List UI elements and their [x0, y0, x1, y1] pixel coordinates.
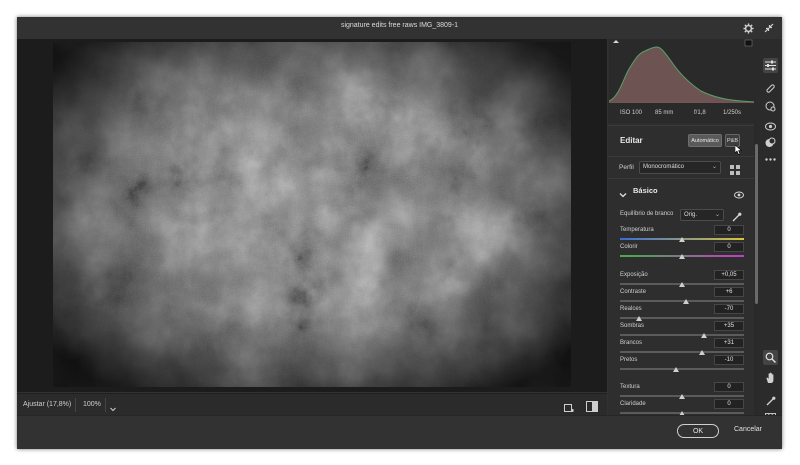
realces-label: Realces	[620, 306, 642, 312]
preview-image[interactable]	[53, 42, 571, 387]
ok-button[interactable]: OK	[677, 424, 719, 438]
more-icon[interactable]	[763, 152, 778, 167]
sombras-label: Sombras	[620, 323, 645, 329]
zoom-fit-button[interactable]: Ajustar (17,8%)	[23, 401, 71, 408]
pretos-slider-track[interactable]	[620, 368, 744, 370]
eyedropper-icon[interactable]	[763, 393, 778, 408]
textura-value-input[interactable]: 0	[714, 382, 744, 392]
divider	[75, 398, 76, 412]
tool-strip	[759, 39, 782, 424]
brancos-label: Brancos	[620, 340, 643, 346]
collapse-icon[interactable]	[762, 21, 776, 35]
colorir-slider-thumb[interactable]	[679, 254, 685, 259]
exposicao-label: Exposição	[620, 272, 648, 278]
iso-value: ISO 100	[620, 110, 643, 116]
cancel-button[interactable]: Cancelar	[734, 426, 762, 433]
title-bar: signature edits free raws IMG_3809-1	[17, 17, 782, 39]
window-title: signature edits free raws IMG_3809-1	[340, 22, 459, 29]
profile-row: Perfil Monocromático ⌄	[608, 156, 754, 178]
hand-icon[interactable]	[763, 370, 778, 385]
white-balance-select[interactable]: Orig. ⌄	[680, 209, 724, 221]
brancos-slider-track[interactable]	[620, 351, 744, 353]
aperture: f/1,8	[694, 110, 706, 116]
basic-section-title: Básico	[633, 186, 658, 195]
claridade-label: Claridade	[620, 401, 646, 407]
canvas-status-bar: Ajustar (17,8%) 100%	[17, 393, 607, 415]
contraste-slider-thumb[interactable]	[682, 299, 689, 304]
adjust-icon[interactable]	[763, 58, 778, 73]
profile-label: Perfil	[619, 164, 634, 171]
focal-length: 85 mm	[655, 110, 674, 116]
auto-button[interactable]: Automático	[688, 134, 722, 147]
presets-icon[interactable]	[763, 135, 778, 150]
realces-slider-thumb[interactable]	[635, 316, 642, 321]
pretos-label: Pretos	[620, 357, 638, 363]
exposicao-slider-thumb[interactable]	[679, 282, 685, 287]
temperatura-slider-thumb[interactable]	[679, 237, 685, 242]
exif-info: ISO 100 85 mm f/1,8 1/250s	[608, 103, 754, 123]
redeye-icon[interactable]	[763, 119, 778, 134]
zoom-100-button[interactable]: 100%	[83, 401, 101, 408]
profile-value: Monocromático	[643, 164, 685, 170]
chevron-down-icon: ⌄	[711, 164, 717, 170]
textura-slider-thumb[interactable]	[679, 394, 685, 399]
white-balance-label: Equilíbrio de branco	[620, 211, 674, 217]
sombras-value-input[interactable]: +35	[714, 321, 744, 331]
dialog-footer: OK Cancelar	[17, 415, 782, 449]
profile-select[interactable]: Monocromático ⌄	[639, 161, 721, 174]
settings-icon[interactable]	[741, 21, 755, 35]
edit-panel: ISO 100 85 mm f/1,8 1/250s Editar Automá…	[608, 39, 754, 415]
zoom-icon[interactable]	[763, 350, 778, 365]
temperatura-label: Temperatura	[620, 227, 654, 233]
divider	[105, 398, 106, 412]
white-balance-value: Orig.	[684, 212, 698, 218]
colorir-value-input[interactable]: 0	[714, 242, 744, 252]
contraste-label: Contraste	[620, 289, 647, 295]
sombras-slider-thumb[interactable]	[701, 333, 708, 338]
image-canvas[interactable]	[17, 39, 607, 392]
pretos-slider-thumb[interactable]	[672, 367, 679, 372]
basic-section-header[interactable]: Básico	[608, 178, 754, 200]
sombras-slider-track[interactable]	[620, 334, 744, 336]
brancos-slider-thumb[interactable]	[698, 350, 705, 355]
scrollbar-thumb[interactable]	[755, 144, 758, 304]
temperatura-value-input[interactable]: 0	[714, 225, 744, 235]
edit-title: Editar	[620, 136, 643, 145]
textura-label: Textura	[620, 384, 640, 390]
mask-icon[interactable]	[763, 99, 778, 114]
camera-raw-window: signature edits free raws IMG_3809-1 Aju…	[17, 17, 782, 449]
realces-value-input[interactable]: -70	[714, 304, 744, 314]
healing-icon[interactable]	[763, 81, 778, 96]
brancos-value-input[interactable]: +31	[714, 338, 744, 348]
shutter-speed: 1/250s	[723, 110, 742, 116]
eye-icon[interactable]	[734, 186, 744, 204]
colorir-label: Colorir	[620, 244, 638, 250]
edit-header: Editar Automático P&B	[608, 125, 754, 155]
contraste-value-input[interactable]: +6	[714, 287, 744, 297]
pretos-value-input[interactable]: -10	[714, 355, 744, 365]
claridade-value-input[interactable]: 0	[714, 399, 744, 409]
exposicao-value-input[interactable]: +0,05	[714, 270, 744, 280]
chevron-down-icon[interactable]	[619, 186, 627, 204]
histogram	[609, 39, 754, 103]
chevron-down-icon: ⌄	[714, 212, 720, 218]
